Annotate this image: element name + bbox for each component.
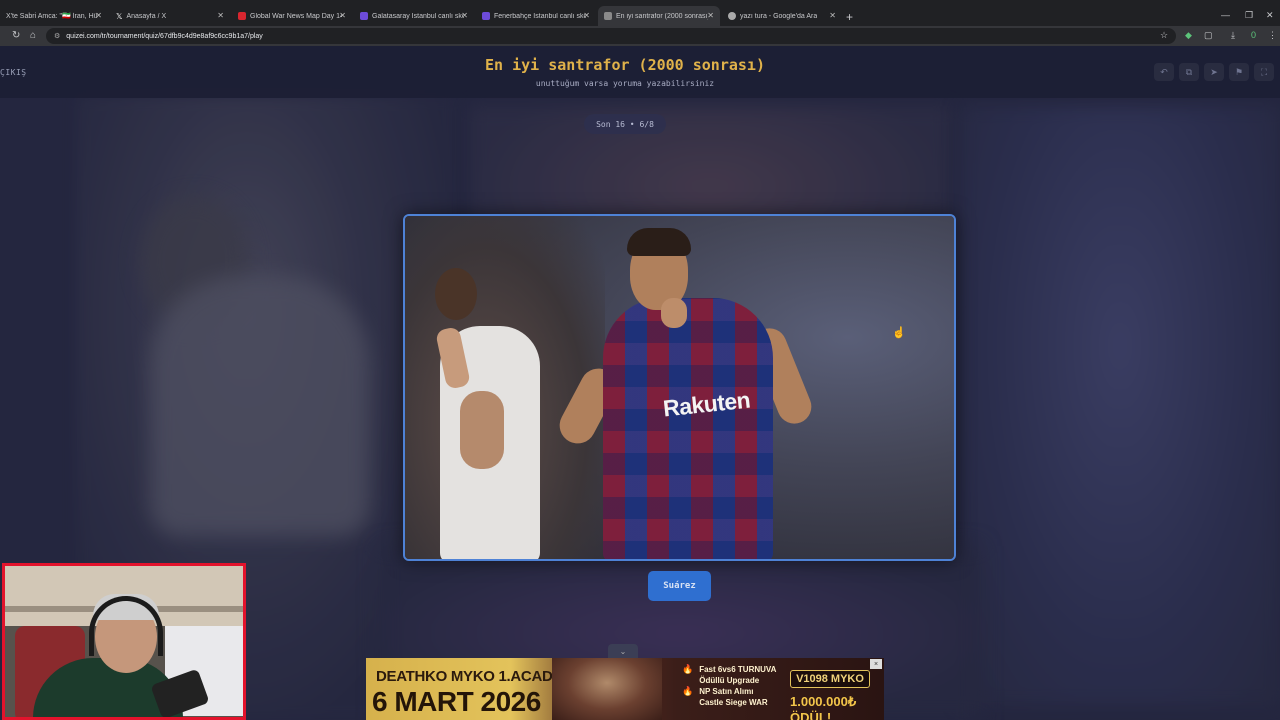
tab-close-icon[interactable]: ✕ — [583, 11, 590, 20]
browser-tab[interactable]: yazı tura - Google'da Ara ✕ — [722, 6, 842, 26]
x-logo-icon: 𝕏 — [116, 12, 123, 21]
sofascore-favicon-icon — [482, 12, 490, 20]
ad-feature-list: 🔥Fast 6vs6 TURNUVA 🔥Ödüllü Upgrade 🔥NP S… — [682, 664, 776, 708]
mouse-cursor-icon: ☝ — [892, 327, 906, 339]
profile-badge[interactable]: 0 — [1251, 30, 1256, 40]
browser-tab[interactable]: X'te Sabri Amca: "🇮🇷 İran, Hürm... ✕ — [0, 6, 108, 26]
photo-player-jersey — [603, 298, 773, 559]
url-text[interactable]: quizei.com/tr/tournament/quiz/67dfb9c4d9… — [66, 33, 263, 40]
share-icon[interactable]: ➤ — [1204, 63, 1224, 81]
tab-title: Global War News Map Day 14 | — [250, 12, 342, 20]
home-icon[interactable]: ⌂ — [30, 30, 36, 41]
menu-icon[interactable]: ⋮ — [1268, 30, 1277, 41]
ad-date: 6 MART 2026 — [372, 686, 541, 717]
ad-banner[interactable]: DEATHKO MYKO 1.ACADEMY 6 MART 2026 🔥 Fast… — [366, 658, 884, 720]
webcam-overlay — [2, 563, 246, 720]
tab-close-icon[interactable]: ✕ — [95, 11, 102, 20]
news-map-favicon-icon — [238, 12, 246, 20]
google-favicon-icon — [728, 12, 736, 20]
ad-feature-item: 🔥 Fast 6vs6 TURNUVA — [682, 664, 777, 674]
ad-collapse-button[interactable]: ⌄ — [608, 644, 638, 658]
new-tab-button[interactable]: + — [846, 10, 853, 24]
candidate-name-button[interactable]: Suárez — [648, 571, 711, 601]
candidate-card[interactable]: Rakuten — [403, 214, 956, 561]
flag-icon[interactable]: ⚑ — [1229, 63, 1249, 81]
extensions-puzzle-icon[interactable]: ▢ — [1204, 30, 1213, 41]
ad-character-image — [552, 658, 662, 720]
ad-feature-item: 🔥 NP Satın Alımı — [682, 686, 754, 696]
tab-strip: X'te Sabri Amca: "🇮🇷 İran, Hürm... ✕ 𝕏 A… — [0, 4, 1280, 26]
ad-brand-logo: V1098 MYKO — [790, 670, 870, 688]
quiz-title: En iyi santrafor (2000 sonrası) — [485, 56, 765, 74]
photo-player-hair — [627, 228, 691, 256]
tab-close-icon[interactable]: ✕ — [707, 11, 714, 20]
site-info-icon[interactable]: ⚙ — [54, 32, 60, 40]
tab-close-icon[interactable]: ✕ — [217, 11, 224, 20]
sofascore-favicon-icon — [360, 12, 368, 20]
tab-title: En iyi santrafor (2000 sonrası) — [616, 12, 708, 20]
browser-chrome: X'te Sabri Amca: "🇮🇷 İran, Hürm... ✕ 𝕏 A… — [0, 0, 1280, 46]
photo-opponent-player — [435, 268, 477, 320]
tab-title: X'te Sabri Amca: "🇮🇷 İran, Hürm... — [6, 13, 98, 20]
extension-icon[interactable]: ◆ — [1185, 30, 1192, 41]
browser-tab-active[interactable]: En iyi santrafor (2000 sonrası) ✕ — [598, 6, 720, 26]
tab-close-icon[interactable]: ✕ — [461, 11, 468, 20]
download-icon[interactable]: ⤓ — [1231, 30, 1235, 41]
undo-icon[interactable]: ↶ — [1154, 63, 1174, 81]
minimize-icon[interactable]: — — [1221, 10, 1230, 20]
tab-title: yazı tura - Google'da Ara — [740, 12, 818, 20]
tab-title: Anasayfa / X — [126, 12, 167, 20]
flame-icon: 🔥 — [682, 664, 694, 674]
ad-feature-item: 🔥Castle Siege WAR — [699, 698, 768, 707]
browser-tab[interactable]: Global War News Map Day 14 | ✕ — [232, 6, 352, 26]
ad-close-button[interactable]: × — [870, 659, 882, 669]
round-indicator: Son 16 • 6/8 — [584, 114, 666, 134]
tab-title: Galatasaray İstanbul canlı skor... — [372, 12, 464, 20]
fullscreen-icon[interactable]: ⛶ — [1254, 63, 1274, 81]
browser-tab[interactable]: Fenerbahçe İstanbul canlı skor... ✕ — [476, 6, 596, 26]
browser-tab[interactable]: Galatasaray İstanbul canlı skor... ✕ — [354, 6, 474, 26]
browser-tab[interactable]: 𝕏 Anasayfa / X ✕ — [110, 6, 230, 26]
tab-title: Fenerbahçe İstanbul canlı skor... — [494, 12, 586, 20]
quiz-page: ÇIKIŞ En iyi santrafor (2000 sonrası) un… — [0, 46, 1280, 720]
bookmark-star-icon[interactable]: ☆ — [1160, 30, 1168, 41]
quiz-subtitle: unuttuğum varsa yoruma yazabilirsiniz — [535, 79, 715, 88]
tab-close-icon[interactable]: ✕ — [829, 11, 836, 20]
restore-icon[interactable]: ❐ — [1245, 10, 1253, 21]
photo-opponent-player — [460, 391, 504, 469]
quiz-header: ÇIKIŞ En iyi santrafor (2000 sonrası) un… — [0, 46, 1280, 98]
window-close-icon[interactable]: ✕ — [1266, 10, 1274, 21]
tab-close-icon[interactable]: ✕ — [339, 11, 346, 20]
flame-icon: 🔥 — [682, 686, 694, 696]
ad-prize-text: 1.000.000₺ ÖDÜL! — [790, 694, 857, 720]
quizei-favicon-icon — [604, 12, 612, 20]
reload-icon[interactable]: ↻ — [12, 30, 20, 41]
photo-player-hand — [661, 298, 687, 328]
background-blur-figure — [150, 276, 370, 536]
ad-feature-item: 🔥Ödüllü Upgrade — [699, 676, 760, 685]
candidate-photo: Rakuten — [405, 216, 954, 559]
address-bar[interactable]: ⚙ quizei.com/tr/tournament/quiz/67dfb9c4… — [46, 28, 1176, 44]
copy-icon[interactable]: ⧉ — [1179, 63, 1199, 81]
background-blur-right — [960, 106, 1280, 706]
